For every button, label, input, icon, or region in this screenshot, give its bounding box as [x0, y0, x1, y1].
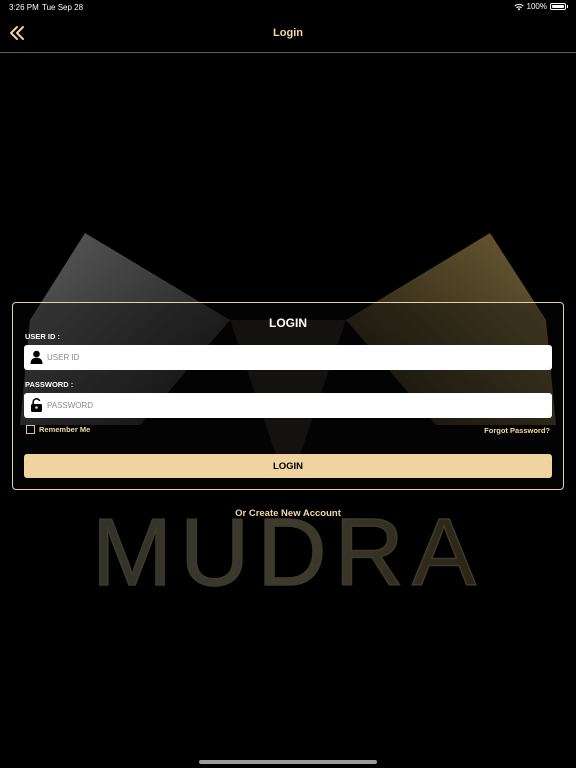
remember-me-label: Remember Me: [39, 425, 91, 434]
password-field: [24, 393, 552, 418]
battery-icon: [550, 3, 566, 10]
battery-percent: 100%: [526, 2, 547, 11]
forgot-password-link[interactable]: Forgot Password?: [484, 426, 550, 435]
create-account-link[interactable]: Or Create New Account: [0, 508, 576, 519]
user-icon: [30, 350, 43, 364]
home-indicator[interactable]: [199, 760, 377, 764]
user-id-label: USER ID :: [25, 332, 61, 341]
page-title: Login: [273, 27, 303, 39]
status-date: Tue Sep 28: [42, 3, 84, 12]
login-card: LOGIN USER ID : PASSWORD : Remember Me F…: [12, 302, 564, 490]
status-indicators: 100%: [513, 2, 568, 11]
navigation-bar: Login: [0, 16, 576, 53]
wifi-icon: [513, 3, 524, 10]
login-card-title: LOGIN: [269, 316, 307, 330]
lock-icon: [31, 398, 42, 412]
status-time: 3:26 PM: [9, 3, 39, 12]
remember-me-checkbox[interactable]: [26, 425, 35, 434]
user-id-input[interactable]: [47, 345, 542, 370]
user-id-field: [24, 345, 552, 370]
login-button[interactable]: LOGIN: [24, 454, 552, 478]
battery-cap: [567, 5, 568, 8]
status-bar: 3:26 PM Tue Sep 28 100%: [0, 0, 576, 16]
remember-me-toggle[interactable]: Remember Me: [26, 425, 90, 434]
password-label: PASSWORD :: [25, 380, 74, 389]
password-input[interactable]: [47, 393, 542, 418]
